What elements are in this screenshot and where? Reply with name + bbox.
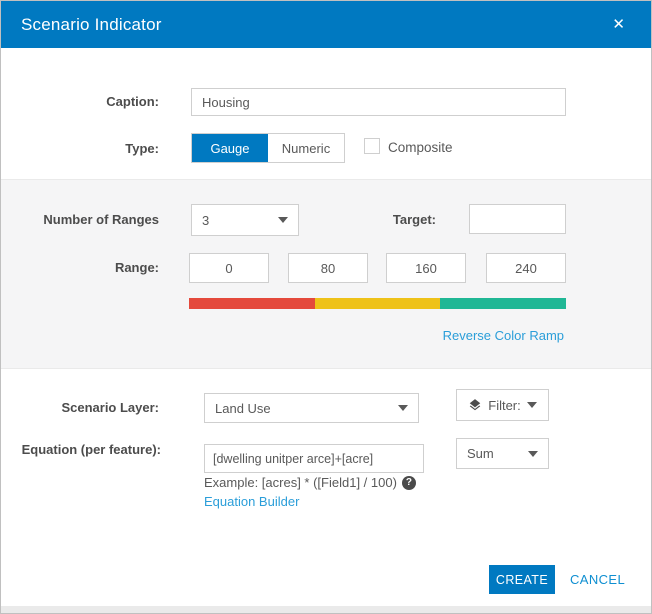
ramp-segment-yellow bbox=[315, 298, 441, 309]
chevron-down-icon bbox=[278, 217, 288, 223]
equation-builder-link[interactable]: Equation Builder bbox=[204, 494, 299, 509]
caption-input[interactable] bbox=[191, 88, 566, 116]
close-icon[interactable]: ✕ bbox=[606, 13, 631, 36]
type-label: Type: bbox=[1, 141, 159, 157]
dialog-title: Scenario Indicator bbox=[21, 15, 162, 35]
chevron-down-icon bbox=[527, 402, 537, 408]
range-label: Range: bbox=[1, 260, 159, 276]
ramp-segment-green bbox=[440, 298, 566, 309]
aggregation-value: Sum bbox=[467, 446, 528, 461]
equation-label: Equation (per feature): bbox=[1, 442, 161, 458]
help-icon[interactable]: ? bbox=[402, 476, 416, 490]
layers-icon bbox=[468, 398, 482, 412]
range-input-0[interactable] bbox=[189, 253, 269, 283]
filter-label: Filter: bbox=[488, 398, 521, 413]
filter-dropdown-button[interactable]: Filter: bbox=[456, 389, 549, 421]
scenario-indicator-dialog: Scenario Indicator ✕ Caption: Type: Gaug… bbox=[0, 0, 652, 614]
equation-example-text: Example: [acres] * ([Field1] / 100) bbox=[204, 475, 397, 490]
chevron-down-icon bbox=[528, 451, 538, 457]
scenario-layer-label: Scenario Layer: bbox=[1, 400, 159, 416]
color-ramp bbox=[189, 298, 566, 309]
equation-example-row: Example: [acres] * ([Field1] / 100) ? bbox=[204, 475, 416, 490]
type-segmented-control: Gauge Numeric bbox=[191, 133, 345, 163]
range-input-2[interactable] bbox=[386, 253, 466, 283]
target-input[interactable] bbox=[469, 204, 566, 234]
caption-label: Caption: bbox=[1, 94, 159, 110]
dialog-header: Scenario Indicator ✕ bbox=[1, 1, 651, 48]
reverse-color-ramp-link[interactable]: Reverse Color Ramp bbox=[443, 328, 564, 343]
number-of-ranges-value: 3 bbox=[202, 213, 278, 228]
number-of-ranges-select[interactable]: 3 bbox=[191, 204, 299, 236]
equation-input[interactable] bbox=[204, 444, 424, 473]
ramp-segment-red bbox=[189, 298, 315, 309]
target-label: Target: bbox=[336, 212, 436, 228]
type-option-numeric[interactable]: Numeric bbox=[268, 134, 344, 162]
aggregation-select[interactable]: Sum bbox=[456, 438, 549, 469]
scenario-layer-select[interactable]: Land Use bbox=[204, 393, 419, 423]
bottom-strip bbox=[1, 606, 651, 613]
range-input-3[interactable] bbox=[486, 253, 566, 283]
composite-label: Composite bbox=[388, 140, 453, 155]
cancel-button[interactable]: CANCEL bbox=[570, 572, 625, 587]
type-option-gauge[interactable]: Gauge bbox=[192, 134, 268, 162]
chevron-down-icon bbox=[398, 405, 408, 411]
composite-checkbox[interactable] bbox=[364, 138, 380, 154]
number-of-ranges-label: Number of Ranges bbox=[1, 212, 159, 228]
range-input-1[interactable] bbox=[288, 253, 368, 283]
scenario-layer-value: Land Use bbox=[215, 401, 398, 416]
create-button[interactable]: CREATE bbox=[489, 565, 555, 594]
